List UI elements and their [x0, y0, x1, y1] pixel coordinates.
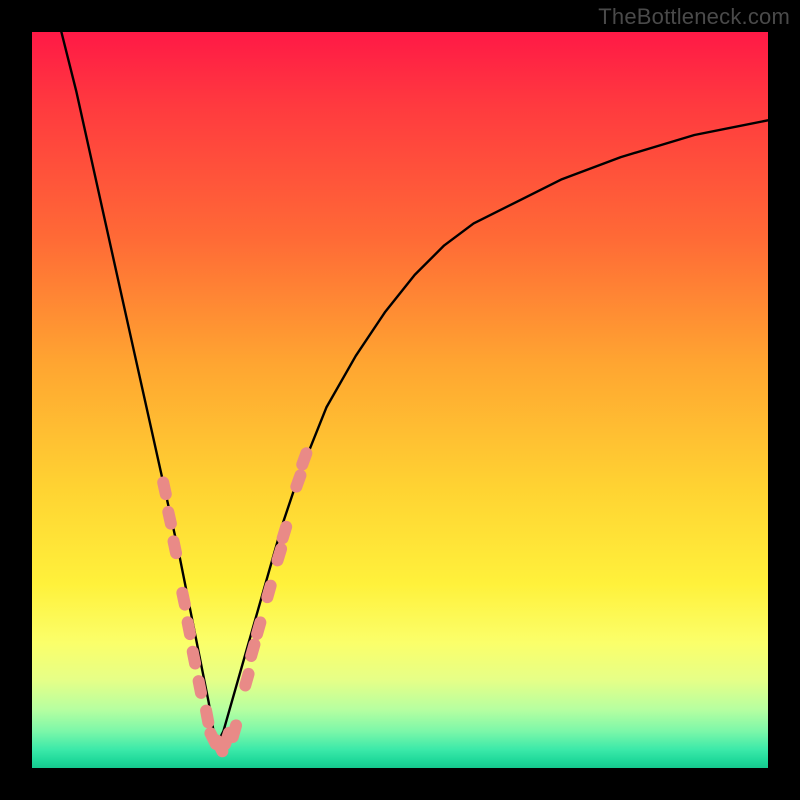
outer-frame: TheBottleneck.com — [0, 0, 800, 800]
watermark-text: TheBottleneck.com — [598, 4, 790, 30]
curve-marker — [192, 674, 208, 700]
curve-marker — [275, 519, 294, 545]
curve-marker — [181, 615, 197, 641]
curve-marker — [186, 645, 202, 671]
curve-marker — [295, 446, 314, 473]
marker-group — [156, 446, 314, 760]
bottleneck-curve-path — [61, 32, 768, 746]
curve-marker — [161, 505, 178, 531]
curve-group — [61, 32, 768, 746]
curve-marker — [175, 586, 192, 612]
curve-marker — [199, 704, 215, 730]
plot-area — [32, 32, 768, 768]
curve-marker — [156, 475, 173, 501]
chart-svg — [32, 32, 768, 768]
curve-marker — [166, 534, 183, 560]
curve-marker — [289, 468, 308, 495]
